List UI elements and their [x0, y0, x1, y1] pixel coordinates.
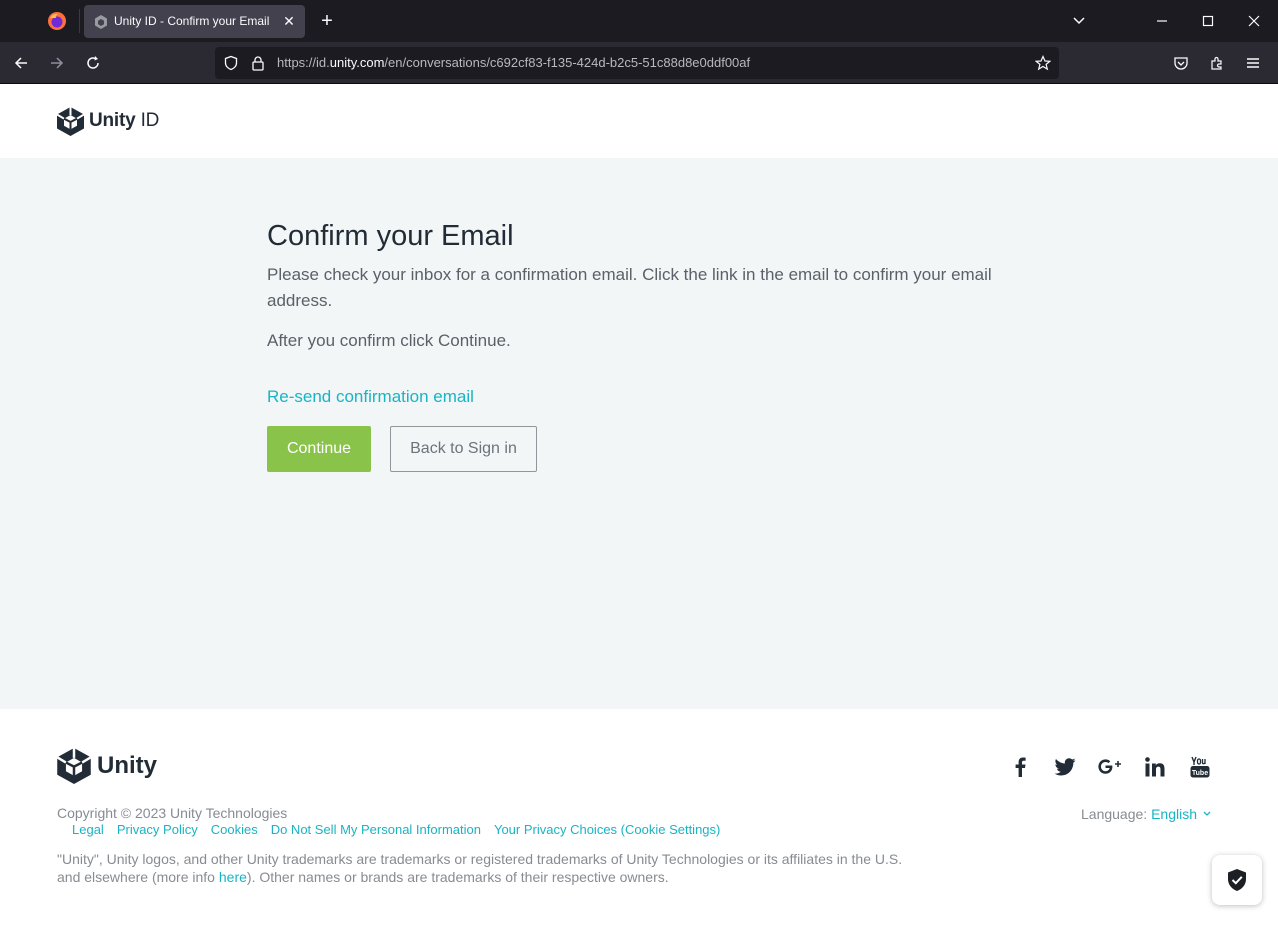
url-text[interactable]: https://id.unity.com/en/conversations/c6…: [277, 55, 750, 70]
language-value[interactable]: English: [1151, 806, 1197, 822]
list-all-tabs-icon[interactable]: [1068, 10, 1090, 32]
site-header: Unity ID: [0, 84, 1278, 158]
back-arrow-icon[interactable]: [10, 52, 32, 74]
lock-icon[interactable]: [247, 52, 269, 74]
facebook-icon[interactable]: [1007, 754, 1033, 780]
continue-button[interactable]: Continue: [267, 426, 371, 472]
cookie-settings-shield-button[interactable]: [1212, 855, 1262, 905]
youtube-icon[interactable]: Tube: [1187, 754, 1213, 780]
url-bar[interactable]: https://id.unity.com/en/conversations/c6…: [215, 47, 1059, 79]
header-logo-text: Unity ID: [89, 110, 160, 131]
footer-link-privacy-policy[interactable]: Privacy Policy: [117, 822, 198, 837]
action-buttons: Continue Back to Sign in: [267, 426, 1007, 472]
unity-id-logo[interactable]: Unity ID: [57, 106, 159, 136]
forward-arrow-icon[interactable]: [46, 52, 68, 74]
twitter-icon[interactable]: [1052, 754, 1078, 780]
site-footer: Unity Tube Copyright © 2023 Unity Techno…: [0, 709, 1278, 925]
google-plus-icon[interactable]: [1097, 754, 1123, 780]
maximize-icon[interactable]: [1197, 10, 1219, 32]
trademark-disclaimer: "Unity", Unity logos, and other Unity tr…: [57, 851, 903, 885]
more-info-here-link[interactable]: here: [219, 869, 247, 885]
after-confirm-text: After you confirm click Continue.: [267, 331, 511, 350]
footer-link-privacy-choices[interactable]: Your Privacy Choices (Cookie Settings): [494, 822, 720, 837]
tab-close-icon[interactable]: ✕: [281, 13, 297, 29]
unity-cube-icon: [57, 106, 84, 136]
browser-nav-bar: https://id.unity.com/en/conversations/c6…: [0, 42, 1278, 84]
tab-separator: [79, 9, 80, 33]
pocket-icon[interactable]: [1170, 52, 1192, 74]
footer-links: Legal Privacy Policy Cookies Do Not Sell My…: [72, 822, 733, 837]
language-label: Language:: [1081, 806, 1152, 822]
footer-link-cookies[interactable]: Cookies: [211, 822, 258, 837]
reload-icon[interactable]: [82, 52, 104, 74]
confirm-email-panel: Confirm your Email Please check your inb…: [267, 218, 1007, 472]
language-selector[interactable]: Language: English: [1081, 806, 1211, 822]
new-tab-button[interactable]: +: [316, 10, 338, 32]
instructions-text: Please check your inbox for a confirmati…: [267, 265, 992, 310]
footer-logo-text: Unity: [97, 752, 157, 779]
back-to-sign-in-button[interactable]: Back to Sign in: [390, 426, 537, 472]
chevron-down-icon: [1203, 811, 1211, 816]
copyright-text: Copyright © 2023 Unity Technologies: [57, 805, 288, 821]
bookmark-star-icon[interactable]: [1032, 52, 1054, 74]
extensions-icon[interactable]: [1206, 52, 1228, 74]
main-content-area: Confirm your Email Please check your inb…: [0, 158, 1278, 709]
app-menu-icon[interactable]: [1242, 52, 1264, 74]
footer-link-do-not-sell[interactable]: Do Not Sell My Personal Information: [271, 822, 481, 837]
firefox-icon[interactable]: [46, 10, 68, 32]
svg-text:Tube: Tube: [1192, 770, 1208, 777]
unity-cube-icon: [57, 748, 91, 784]
tab-title: Unity ID - Confirm your Email: [114, 14, 270, 28]
browser-tab-active[interactable]: Unity ID - Confirm your Email ✕: [84, 5, 305, 38]
linkedin-icon[interactable]: [1142, 754, 1168, 780]
resend-confirmation-link[interactable]: Re-send confirmation email: [267, 384, 1007, 410]
close-window-icon[interactable]: [1243, 10, 1265, 32]
footer-link-legal[interactable]: Legal: [72, 822, 104, 837]
footer-unity-logo[interactable]: Unity: [57, 748, 157, 784]
minimize-icon[interactable]: [1151, 10, 1173, 32]
browser-tab-bar: Unity ID - Confirm your Email ✕ +: [0, 0, 1278, 42]
tracking-protection-shield-icon[interactable]: [220, 52, 242, 74]
unity-favicon-icon: [93, 14, 109, 30]
shield-check-icon: [1228, 869, 1246, 891]
page-title: Confirm your Email: [267, 220, 514, 252]
